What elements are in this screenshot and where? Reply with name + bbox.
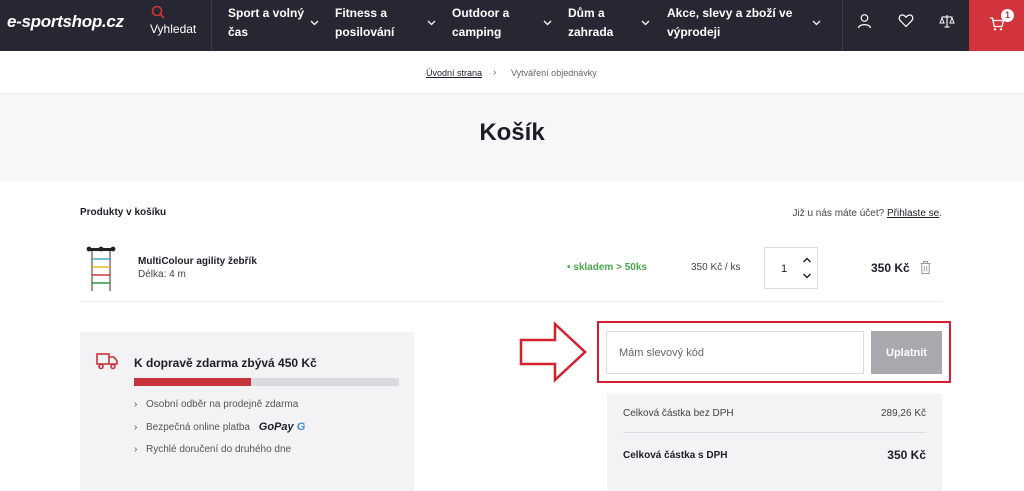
breadcrumb-separator: ›	[493, 67, 497, 78]
menu-item-label: Outdoor a	[452, 6, 510, 20]
menu-item-sale[interactable]: Akce, slevy a zboží ve výprodeji	[667, 4, 792, 42]
cart-section-label: Produkty v košíku	[80, 207, 167, 218]
login-prefix: Již u nás máte účet?	[792, 208, 885, 219]
nav-divider	[842, 0, 843, 51]
chevron-up-icon[interactable]	[802, 256, 812, 264]
progress-fill	[134, 378, 251, 386]
search-icon	[151, 5, 165, 19]
benefit-text: Osobní odběr na prodejně zdarma	[146, 399, 299, 410]
chevron-right-icon: ›	[134, 444, 138, 455]
benefit-text: Rychlé doručení do druhého dne	[146, 444, 292, 455]
total-with-vat-label: Celková částka s DPH	[623, 450, 728, 461]
compare-icon[interactable]	[939, 13, 955, 29]
cart-count-badge: 1	[1001, 9, 1014, 22]
quantity-value[interactable]: 1	[781, 263, 787, 275]
top-navigation: e-sportshop.cz Vyhledat Sport a volný ča…	[0, 0, 1024, 51]
search-label: Vyhledat	[150, 22, 197, 36]
product-name[interactable]: MultiColour agility žebřík	[138, 256, 257, 267]
menu-item-label: posilování	[335, 25, 395, 39]
menu-item-label: camping	[452, 25, 502, 39]
menu-item-label: zahrada	[568, 25, 614, 39]
unit-price: 350 Kč / ks	[691, 262, 741, 273]
chevron-down-icon	[543, 20, 552, 26]
login-note: Již u nás máte účet? Přihlaste se.	[792, 208, 942, 219]
stock-status: • skladem > 50ks	[567, 262, 647, 273]
menu-item-label: Sport a volný	[228, 6, 305, 20]
discount-code-input[interactable]	[606, 331, 864, 374]
order-totals: Celková částka bez DPH 289,26 Kč Celková…	[607, 394, 942, 491]
chevron-down-icon[interactable]	[802, 272, 812, 280]
page-title: Košík	[479, 119, 545, 146]
menu-item-sport[interactable]: Sport a volný čas	[228, 4, 304, 42]
user-icon[interactable]	[857, 13, 872, 29]
site-logo[interactable]: e-sportshop.cz	[7, 12, 124, 32]
menu-item-label: čas	[228, 25, 249, 39]
chevron-right-icon: ›	[134, 399, 138, 410]
gopay-logo: GoPay G	[259, 421, 305, 433]
gopay-g-mark: G	[296, 421, 306, 433]
login-link[interactable]: Přihlaste se	[887, 208, 939, 219]
total-without-vat-value: 289,26 Kč	[880, 408, 926, 419]
free-shipping-title: K dopravě zdarma zbývá 450 Kč	[134, 356, 317, 370]
heart-icon[interactable]	[898, 13, 914, 28]
line-total: 350 Kč	[871, 261, 910, 275]
totals-divider	[623, 432, 926, 433]
chevron-down-icon	[427, 20, 436, 26]
menu-item-label: Fitness a	[335, 6, 388, 20]
benefit-text: Bezpečná online platba	[146, 422, 250, 433]
cart-button[interactable]: 1	[969, 0, 1024, 51]
gopay-logo-text: GoPay	[258, 421, 294, 433]
free-shipping-box: K dopravě zdarma zbývá 450 Kč › Osobní od…	[80, 332, 414, 491]
row-divider	[80, 301, 942, 302]
quantity-stepper[interactable]: 1	[764, 247, 818, 289]
annotation-arrow-icon	[519, 321, 587, 383]
free-shipping-progress	[134, 378, 399, 386]
menu-item-home-garden[interactable]: Dům a zahrada	[568, 4, 613, 42]
chevron-right-icon: ›	[134, 422, 138, 433]
apply-discount-button[interactable]: Uplatnit	[871, 331, 942, 374]
search-button[interactable]: Vyhledat	[150, 5, 196, 36]
chevron-down-icon	[812, 20, 821, 26]
product-image[interactable]	[86, 245, 116, 291]
menu-item-label: Dům a	[568, 6, 605, 20]
total-without-vat-label: Celková částka bez DPH	[623, 408, 734, 419]
benefit-item: › Bezpečná online platba GoPay G	[134, 421, 305, 433]
total-with-vat-value: 350 Kč	[887, 448, 926, 462]
menu-item-label: Akce, slevy a zboží ve	[667, 6, 793, 20]
benefit-item: › Osobní odběr na prodejně zdarma	[134, 399, 298, 410]
product-variant: Délka: 4 m	[138, 269, 186, 280]
breadcrumb-current: Vytváření objednávky	[511, 68, 597, 78]
trash-icon[interactable]	[920, 261, 931, 274]
menu-item-label: výprodeji	[667, 25, 721, 39]
chevron-down-icon	[310, 20, 319, 26]
truck-icon	[96, 353, 118, 370]
breadcrumb-home-link[interactable]: Úvodní strana	[426, 68, 482, 78]
nav-divider	[211, 0, 212, 51]
title-band: Košík	[0, 94, 1024, 181]
menu-item-outdoor[interactable]: Outdoor a camping	[452, 4, 509, 42]
benefit-item: › Rychlé doručení do druhého dne	[134, 444, 291, 455]
breadcrumb: Úvodní strana › Vytváření objednávky	[0, 51, 1024, 94]
login-suffix: .	[939, 208, 942, 219]
menu-item-fitness[interactable]: Fitness a posilování	[335, 4, 394, 42]
chevron-down-icon	[641, 20, 650, 26]
